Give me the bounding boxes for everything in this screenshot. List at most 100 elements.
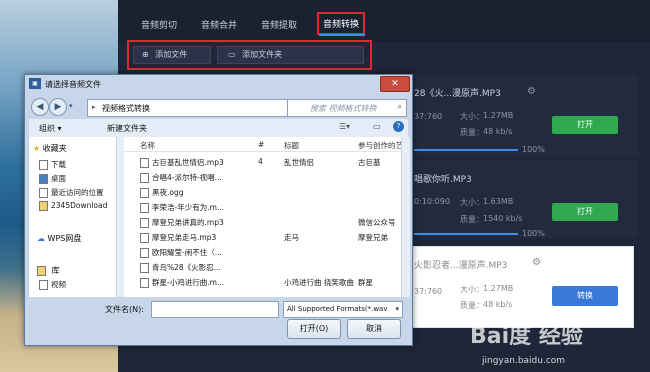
sidebar-item-label: 2345Download <box>51 201 108 210</box>
preview-pane-icon[interactable]: ▭ <box>373 122 381 131</box>
audio-item-duration: 0:10:090 <box>414 197 450 206</box>
quality-label: 质量： <box>460 301 484 310</box>
organize-menu[interactable]: 组织 ▾ <box>39 123 62 134</box>
file-row[interactable]: 青鸟%28《火影忍... <box>140 262 221 273</box>
tab-audio-merge[interactable]: 音频合并 <box>201 18 237 31</box>
favorites-label: 收藏夹 <box>42 144 67 153</box>
column-name[interactable]: 名称 <box>140 140 155 151</box>
file-name: 群星-小鸡进行曲.m... <box>152 278 225 287</box>
chevron-right-icon: ▸ <box>92 103 96 111</box>
folder-icon <box>39 201 48 211</box>
open-button[interactable]: 打开 <box>552 203 618 221</box>
search-icon: ⌕ <box>397 102 402 111</box>
sidebar-item-recent[interactable]: 最近访问的位置 <box>39 187 104 198</box>
tab-audio-convert[interactable]: 音频转换 <box>317 12 366 35</box>
file-list-scrollbar[interactable] <box>401 137 410 297</box>
column-number[interactable]: # <box>258 140 264 149</box>
sidebar-item-videos[interactable]: 视频 <box>39 279 66 290</box>
sidebar-item-wps[interactable]: ☁ WPS网盘 <box>37 233 81 244</box>
file-name: 摩登兄弟走马.mp3 <box>152 233 217 242</box>
audio-file-icon <box>140 233 149 243</box>
navigation-scrollbar[interactable] <box>116 137 124 297</box>
file-row[interactable]: 摩登兄弟走马.mp3 <box>140 232 216 243</box>
sidebar-item-downloads[interactable]: 下载 <box>39 159 66 170</box>
sidebar-item-label: 下载 <box>51 160 66 169</box>
chevron-down-icon: ▾ <box>395 305 399 313</box>
quality-value: 1540 kb/s <box>483 214 523 223</box>
sidebar-item-2345download[interactable]: 2345Download <box>39 201 107 211</box>
add-folder-button[interactable]: ▭ 添加文件夹 <box>217 46 364 64</box>
size-label: 大小： <box>460 112 484 121</box>
app-tab-bar <box>118 0 650 42</box>
dialog-title: 请选择音频文件 <box>45 80 101 89</box>
file-type-select[interactable]: All Supported Formats(*.wav ▾ <box>283 301 403 318</box>
progress-text: 100% <box>522 145 545 154</box>
history-dropdown-icon[interactable]: ▾ <box>69 102 73 110</box>
progress-track <box>414 233 518 235</box>
recent-places-icon <box>39 188 48 198</box>
convert-button[interactable]: 转换 <box>552 286 618 306</box>
audio-file-icon <box>140 203 149 213</box>
open-file-dialog: ▣ 请选择音频文件 ✕ ◀ ▶ ▾ ▸ 视频格式转换 搜索 视频格式转换 ⌕ 组… <box>24 74 413 346</box>
settings-gear-icon[interactable]: ⚙ <box>527 86 536 97</box>
file-row[interactable]: 摩登兄弟讲真的.mp3 <box>140 217 224 228</box>
view-options-icon[interactable]: ☰▾ <box>339 122 350 131</box>
address-bar[interactable]: ▸ 视频格式转换 <box>87 99 303 117</box>
column-artist[interactable]: 参与创作的艺 <box>358 140 403 151</box>
settings-gear-icon[interactable]: ⚙ <box>532 257 541 268</box>
progress-fill <box>414 233 518 235</box>
size-value: 1.27MB <box>483 111 514 120</box>
progress-track <box>414 149 518 151</box>
size-label: 大小： <box>460 285 484 294</box>
progress-text: 100% <box>522 229 545 238</box>
tab-audio-cut[interactable]: 音频剪切 <box>141 18 177 31</box>
file-row[interactable]: 欧阳耀莹-闹不住（... <box>140 247 222 258</box>
file-row[interactable]: 群星-小鸡进行曲.m... <box>140 277 224 288</box>
file-icon: ▣ <box>29 78 41 89</box>
help-icon[interactable]: ? <box>393 121 404 132</box>
desktop-icon <box>39 174 48 184</box>
audio-item-duration: 37:760 <box>414 112 443 121</box>
quality-label: 质量： <box>460 215 484 224</box>
close-button[interactable]: ✕ <box>380 76 410 92</box>
file-list: 名称 # 标题 参与创作的艺 古巨基乱世情侣.mp3 4 乱世情侣 古巨基 合唱… <box>124 137 409 297</box>
forward-arrow-icon[interactable]: ▶ <box>49 98 67 116</box>
audio-item-duration: 37:760 <box>414 287 443 296</box>
file-name: 摩登兄弟讲真的.mp3 <box>152 218 224 227</box>
tab-audio-extract[interactable]: 音频提取 <box>261 18 297 31</box>
quality-label: 质量： <box>460 128 484 137</box>
column-title[interactable]: 标题 <box>284 140 299 151</box>
file-row[interactable]: 李荣浩-年少有为.m... <box>140 202 224 213</box>
file-name: 李荣浩-年少有为.m... <box>152 203 225 212</box>
sidebar-item-label: 库 <box>51 266 60 275</box>
size-value: 1.27MB <box>483 284 514 293</box>
favorites-header[interactable]: ★ 收藏夹 <box>33 143 67 154</box>
sidebar-item-label: 最近访问的位置 <box>51 188 104 197</box>
file-name: 黑夜.ogg <box>152 188 184 197</box>
back-arrow-icon[interactable]: ◀ <box>31 98 49 116</box>
file-row[interactable]: 古巨基乱世情侣.mp3 <box>140 157 224 168</box>
search-input[interactable]: 搜索 视频格式转换 ⌕ <box>287 99 407 117</box>
file-title: 小鸡进行曲 挠笑歌曲 <box>284 278 354 287</box>
navigation-pane: ★ 收藏夹 下载 桌面 最近访问的位置 2345Download ☁ WPS网盘… <box>29 137 124 297</box>
file-type-value: All Supported Formats(*.wav <box>287 305 388 313</box>
file-name: 古巨基乱世情侣.mp3 <box>152 158 224 167</box>
audio-item-name: 火影忍者...漫原声.MP3 <box>414 261 508 271</box>
file-row[interactable]: 黑夜.ogg <box>140 187 184 198</box>
open-button[interactable]: 打开 <box>552 116 618 134</box>
cloud-icon: ☁ <box>37 234 45 243</box>
add-file-button[interactable]: ⊕ 添加文件 <box>133 46 211 64</box>
filename-input[interactable] <box>151 301 279 318</box>
filename-label: 文件名(N): <box>105 305 144 314</box>
sidebar-item-label: 桌面 <box>51 174 66 183</box>
file-row[interactable]: 合唱4-派尔特-视唱... <box>140 172 222 183</box>
file-title: 乱世情侣 <box>284 158 314 167</box>
watermark-url: jingyan.baidu.com <box>482 356 566 366</box>
new-folder-button[interactable]: 新建文件夹 <box>107 123 147 134</box>
sidebar-item-library[interactable]: 库 <box>37 265 60 276</box>
open-file-button[interactable]: 打开(O) <box>287 319 341 339</box>
audio-file-icon <box>140 263 149 273</box>
sidebar-item-desktop[interactable]: 桌面 <box>39 173 66 184</box>
cancel-button[interactable]: 取消 <box>347 319 401 339</box>
size-value: 1.63MB <box>483 197 514 206</box>
